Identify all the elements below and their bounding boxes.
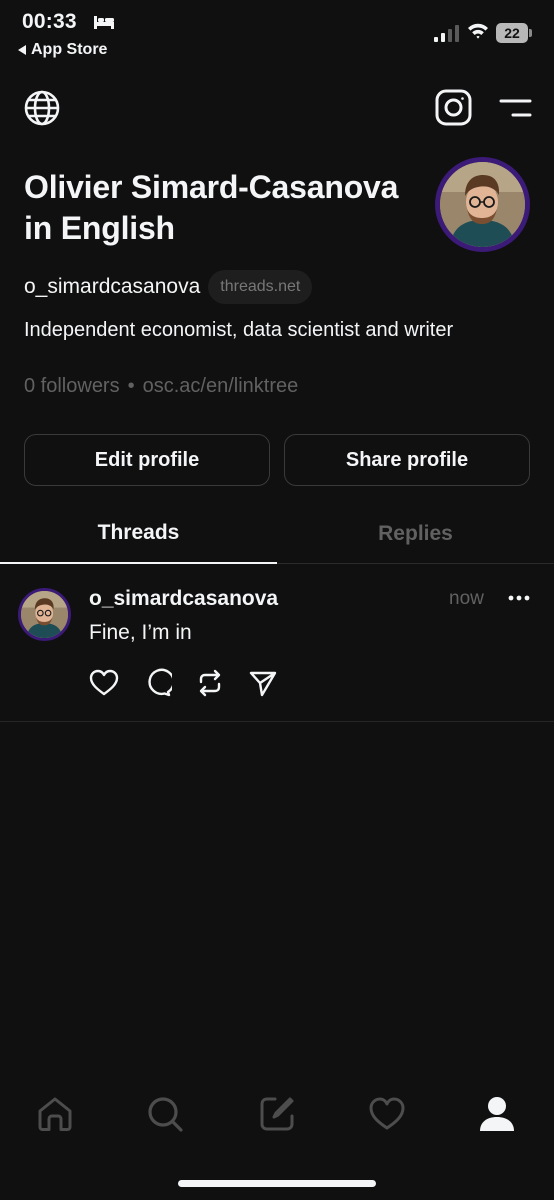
profile-icon[interactable] <box>478 1095 516 1133</box>
repost-icon[interactable] <box>195 668 225 698</box>
followers-count[interactable]: 0 followers <box>24 375 120 398</box>
home-icon[interactable] <box>36 1095 74 1133</box>
status-time: 00:33 <box>22 10 77 33</box>
profile-meta: 0 followers • osc.ac/en/linktree <box>24 375 298 398</box>
wifi-icon <box>468 23 488 39</box>
sleep-focus-icon <box>94 16 114 29</box>
battery-nub <box>529 29 532 37</box>
cellular-signal-icon <box>434 25 459 42</box>
profile-name: Olivier Simard-Casanova in English <box>24 169 399 246</box>
edit-profile-button[interactable]: Edit profile <box>24 434 270 486</box>
search-icon[interactable] <box>146 1095 184 1133</box>
post-author-photo <box>21 591 68 638</box>
status-bar: 00:33 App Store 22 <box>0 0 554 70</box>
profile-bio: Independent economist, data scientist an… <box>24 319 454 341</box>
home-indicator <box>178 1180 376 1187</box>
profile-link[interactable]: osc.ac/en/linktree <box>143 375 299 398</box>
send-icon[interactable] <box>248 668 278 698</box>
profile-handle: o_simardcasanova <box>24 275 201 298</box>
share-profile-button[interactable]: Share profile <box>284 434 530 486</box>
post-timestamp: now <box>449 588 484 609</box>
thread-post[interactable]: o_simardcasanova now Fine, I’m in <box>0 566 554 722</box>
meta-separator: • <box>127 375 135 397</box>
tab-replies[interactable]: Replies <box>277 508 554 564</box>
battery-indicator: 22 <box>496 23 532 43</box>
menu-icon[interactable] <box>499 97 532 119</box>
threads-domain-badge[interactable]: threads.net <box>208 270 313 304</box>
back-app-label: App Store <box>31 41 108 58</box>
handle-row: o_simardcasanova threads.net <box>24 270 313 304</box>
back-arrow-icon <box>18 45 26 55</box>
profile-photo <box>440 162 525 247</box>
globe-icon[interactable] <box>23 89 61 127</box>
back-to-app-store[interactable]: App Store <box>18 41 107 59</box>
post-username[interactable]: o_simardcasanova <box>89 587 278 611</box>
reply-icon[interactable] <box>142 668 172 698</box>
battery-level: 22 <box>496 23 528 43</box>
more-options-icon[interactable] <box>508 594 530 602</box>
tab-threads[interactable]: Threads <box>0 508 277 564</box>
post-author-avatar[interactable] <box>18 588 71 641</box>
post-text: Fine, I’m in <box>89 621 192 644</box>
activity-heart-icon[interactable] <box>368 1095 406 1133</box>
compose-icon[interactable] <box>258 1095 296 1133</box>
instagram-icon[interactable] <box>435 89 472 126</box>
like-icon[interactable] <box>89 668 119 698</box>
profile-avatar[interactable] <box>435 157 530 252</box>
